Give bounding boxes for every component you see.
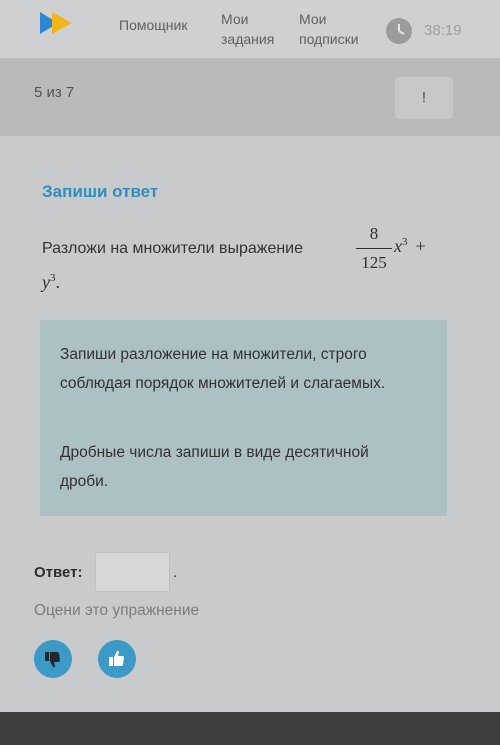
answer-dot: .	[173, 564, 178, 581]
hint-box: Запиши разложение на множители, строго с…	[40, 320, 447, 516]
timer: 38:19	[424, 22, 462, 39]
thumbs-down-button[interactable]	[34, 640, 72, 678]
thumbs-up-icon	[109, 651, 124, 666]
fraction-numerator: 8	[369, 224, 379, 243]
clock-icon	[386, 18, 412, 44]
top-bar: Помощник Мои задания Мои подписки 38:19	[0, 0, 500, 58]
var-y: y	[42, 272, 50, 292]
play-logo-icon[interactable]	[38, 10, 82, 36]
nav-my-tasks[interactable]: Мои задания	[221, 9, 274, 49]
thumbs-up-button[interactable]	[98, 640, 136, 678]
nav-my-subscriptions[interactable]: Мои подписки	[299, 9, 359, 49]
exercise-card: Запиши ответ Разложи на множители выраже…	[0, 136, 500, 745]
expression-tail: x3 +	[394, 236, 426, 257]
fraction: 8 125	[356, 224, 392, 273]
bottom-strip	[0, 712, 500, 745]
var-x: x	[394, 236, 402, 256]
plus-sign: +	[415, 236, 426, 256]
exercise-counter: 5 из 7	[34, 84, 75, 101]
fraction-bar	[356, 248, 392, 249]
rate-label: Оцени это упражнение	[34, 602, 200, 619]
hint-paragraph-1: Запиши разложение на множители, строго с…	[60, 346, 386, 392]
answer-input[interactable]	[95, 552, 170, 592]
nav-helper[interactable]: Помощник	[119, 15, 187, 35]
exercise-heading: Запиши ответ	[42, 182, 159, 201]
answer-label: Ответ:	[34, 564, 83, 581]
exp-x: 3	[402, 236, 408, 248]
task-text: Разложи на множители выражение	[42, 240, 304, 257]
progress-bar: 5 из 7 !	[0, 58, 500, 136]
thumbs-down-icon	[45, 652, 60, 667]
hint-paragraph-2: Дробные числа запиши в виде десятичной д…	[60, 444, 369, 490]
nav-my-subscriptions-line1: Мои	[299, 11, 327, 27]
nav-my-tasks-line1: Мои	[221, 11, 249, 27]
nav-my-subscriptions-line2: подписки	[299, 31, 359, 47]
nav-my-tasks-line2: задания	[221, 31, 275, 47]
report-button[interactable]: !	[395, 77, 453, 119]
expression-dot: .	[55, 272, 61, 292]
fraction-denominator: 125	[361, 253, 387, 272]
expression-line2: y3.	[42, 272, 60, 293]
